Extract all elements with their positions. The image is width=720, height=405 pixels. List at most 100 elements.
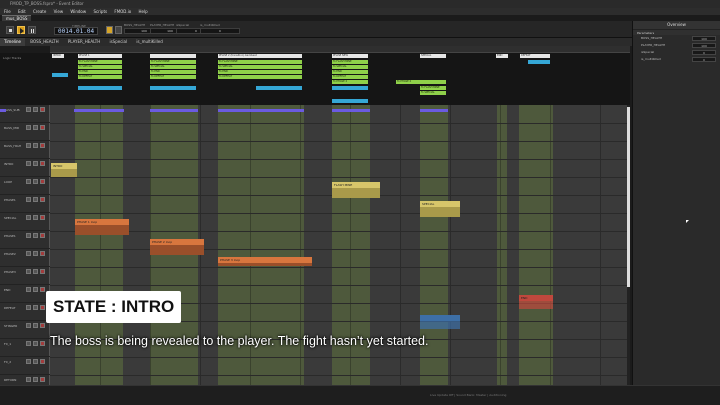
record-arm-button[interactable] (40, 287, 45, 292)
record-arm-button[interactable] (40, 125, 45, 130)
instrument-waveform[interactable] (51, 169, 77, 177)
param-is-multikilled[interactable]: is_multiKilled 0 (200, 23, 240, 36)
timecode-display[interactable]: 0014.01.04 (54, 27, 98, 35)
overview-param-row[interactable]: isSpecial 0 (633, 49, 720, 56)
transition-region[interactable]: To PHASE 2 (332, 80, 368, 84)
record-arm-button[interactable] (40, 269, 45, 274)
record-arm-button[interactable] (40, 251, 45, 256)
track-header[interactable]: INTRO (0, 159, 50, 177)
record-arm-button[interactable] (40, 323, 45, 328)
mute-button[interactable] (26, 359, 31, 364)
menu-create[interactable]: Create (33, 9, 46, 14)
track-header[interactable]: PHASE3 (0, 267, 50, 285)
menu-fmodio[interactable]: FMOD.io (114, 9, 131, 14)
record-button[interactable] (28, 26, 36, 34)
solo-button[interactable] (33, 179, 38, 184)
automation-region[interactable] (0, 109, 6, 112)
timeline-ruler[interactable] (50, 46, 630, 53)
instrument-waveform[interactable] (75, 225, 129, 235)
mute-button[interactable] (26, 125, 31, 130)
mute-button[interactable] (26, 287, 31, 292)
overview-param-row[interactable]: is_multiKilled 0 (633, 56, 720, 63)
transition-region[interactable]: To DEFEAT (150, 75, 196, 79)
record-arm-button[interactable] (40, 197, 45, 202)
transition-region[interactable]: To FLASH MINE (218, 60, 302, 64)
transition-region[interactable]: To FLASH MINE (332, 60, 368, 64)
marker-phase1[interactable]: PHASE 1 (78, 54, 122, 58)
param-value[interactable]: 0 (692, 57, 716, 62)
loop-toggle[interactable] (106, 26, 113, 34)
loop-region[interactable] (332, 86, 368, 90)
solo-button[interactable] (33, 377, 38, 382)
mute-button[interactable] (26, 251, 31, 256)
loop-region[interactable] (78, 86, 122, 90)
automation-region[interactable] (332, 109, 370, 112)
solo-button[interactable] (33, 107, 38, 112)
solo-button[interactable] (33, 269, 38, 274)
solo-button[interactable] (33, 251, 38, 256)
solo-button[interactable] (33, 161, 38, 166)
record-arm-button[interactable] (40, 179, 45, 184)
transition-region[interactable]: To SPECIAL (332, 65, 368, 69)
transition-region[interactable]: To PHASE 2 (396, 80, 446, 84)
overview-param-row[interactable]: PLAYER_HEALTH 100 (633, 42, 720, 49)
tab-timeline[interactable]: Timeline (0, 38, 26, 46)
marker-phase-new[interactable]: PHASE NEW (332, 54, 368, 58)
marker-end[interactable]: END (496, 54, 508, 58)
param-value[interactable]: 0 (200, 28, 240, 34)
follow-toggle[interactable] (115, 26, 122, 34)
solo-button[interactable] (33, 287, 38, 292)
record-arm-button[interactable] (40, 341, 45, 346)
menu-window[interactable]: Window (70, 9, 86, 14)
record-arm-button[interactable] (40, 305, 45, 310)
mute-button[interactable] (26, 197, 31, 202)
mute-button[interactable] (26, 305, 31, 310)
track-header[interactable]: BASS_SUB (0, 105, 50, 123)
track-header[interactable]: STINGER (0, 321, 50, 339)
track-header[interactable]: SPECIAL (0, 213, 50, 231)
transition-region[interactable]: To SPECIAL (218, 65, 302, 69)
marker-phase1b[interactable] (150, 54, 196, 58)
loop-region[interactable] (150, 86, 196, 90)
param-value[interactable]: 100 (692, 36, 716, 41)
record-arm-button[interactable] (40, 233, 45, 238)
tab-is-multikilled[interactable]: is_multiKilled (132, 38, 166, 46)
marker-intro[interactable]: INTRO (52, 54, 64, 58)
loop-region[interactable] (332, 99, 368, 103)
record-arm-button[interactable] (40, 161, 45, 166)
mute-button[interactable] (26, 233, 31, 238)
loop-region[interactable] (528, 60, 550, 64)
instrument-waveform[interactable] (420, 207, 460, 217)
marker-phase2[interactable]: PHASE 2 (transition) backbeat (218, 54, 302, 58)
solo-button[interactable] (33, 341, 38, 346)
record-arm-button[interactable] (40, 377, 45, 382)
track-header[interactable]: PHASE1 (0, 195, 50, 213)
record-arm-button[interactable] (40, 107, 45, 112)
overview-param-row[interactable]: BOSS_HEALTH 100 (633, 35, 720, 42)
param-value[interactable]: 100 (692, 43, 716, 48)
track-header[interactable]: FX_1 (0, 339, 50, 357)
solo-button[interactable] (33, 305, 38, 310)
transition-region[interactable]: To FLASH MINE (420, 86, 446, 90)
transition-region[interactable]: To SPECIAL (420, 91, 446, 95)
track-header[interactable]: END (0, 285, 50, 303)
solo-button[interactable] (33, 323, 38, 328)
solo-button[interactable] (33, 215, 38, 220)
solo-button[interactable] (33, 233, 38, 238)
track-header[interactable]: BASS_HIGH (0, 141, 50, 159)
instrument-waveform[interactable] (420, 321, 460, 329)
solo-button[interactable] (33, 125, 38, 130)
transition-region[interactable]: To SPECIAL (150, 65, 196, 69)
transition-region[interactable]: To END (218, 70, 302, 74)
menu-view[interactable]: View (54, 9, 64, 14)
tab-player-health[interactable]: PLAYER_HEALTH (64, 38, 104, 46)
loop-region[interactable] (256, 86, 302, 90)
record-arm-button[interactable] (40, 215, 45, 220)
instrument-waveform[interactable] (332, 188, 380, 198)
record-arm-button[interactable] (40, 359, 45, 364)
automation-region[interactable] (218, 109, 304, 112)
transition-region[interactable]: To DEFEAT (332, 75, 368, 79)
track-header[interactable]: FX_2 (0, 357, 50, 375)
mute-button[interactable] (26, 107, 31, 112)
transition-region[interactable]: To SPECIAL (78, 65, 122, 69)
